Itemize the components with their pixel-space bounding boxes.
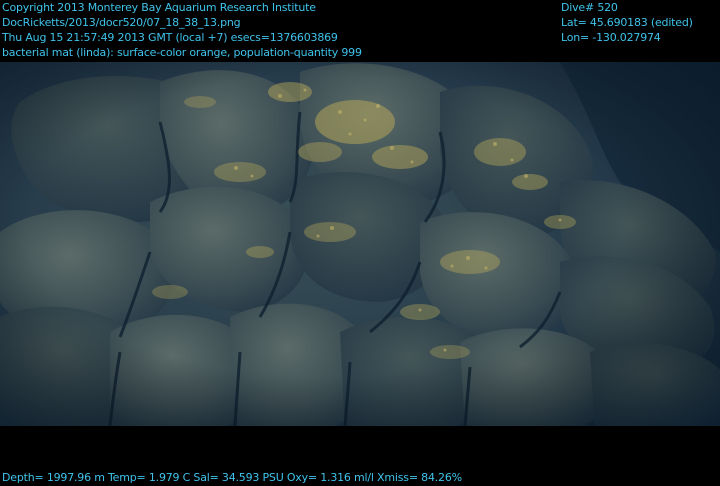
- dive-number-text: Dive# 520: [561, 1, 618, 14]
- video-frame: Copyright 2013 Monterey Bay Aquarium Res…: [0, 0, 720, 486]
- longitude-text: Lon= -130.027974: [561, 31, 661, 44]
- copyright-text: Copyright 2013 Monterey Bay Aquarium Res…: [2, 1, 316, 14]
- file-path-text: DocRicketts/2013/docr520/07_18_38_13.png: [2, 16, 241, 29]
- annotation-text: bacterial mat (linda): surface-color ora…: [2, 46, 362, 59]
- sensor-readout-text: Depth= 1997.96 m Temp= 1.979 C Sal= 34.5…: [2, 471, 462, 484]
- seafloor-image: [0, 62, 720, 426]
- timestamp-text: Thu Aug 15 21:57:49 2013 GMT (local +7) …: [2, 31, 338, 44]
- latitude-text: Lat= 45.690183 (edited): [561, 16, 693, 29]
